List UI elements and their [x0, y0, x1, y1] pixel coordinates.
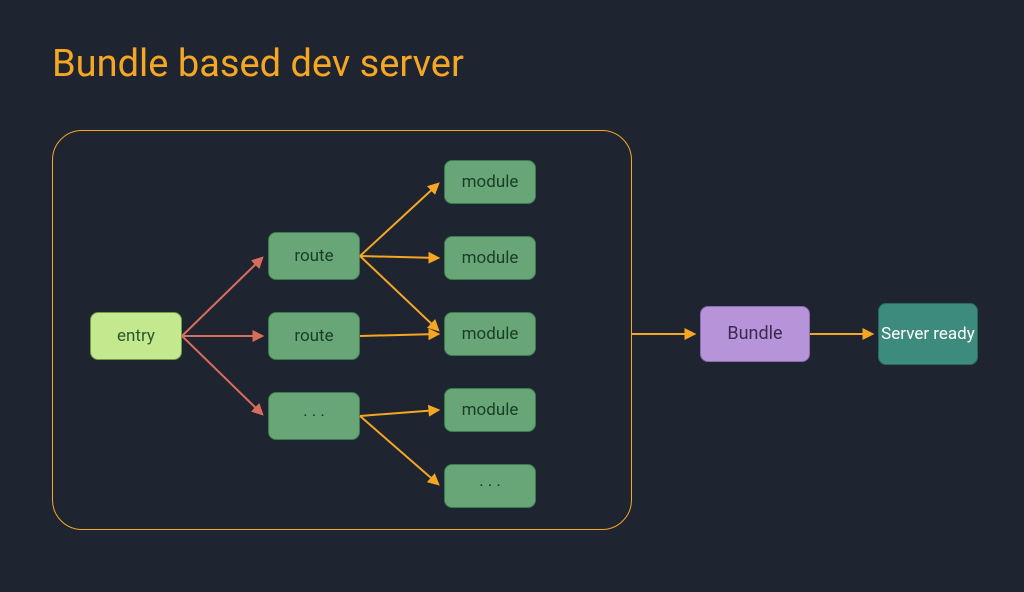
node-bundle: Bundle: [700, 306, 810, 362]
node-module-3: module: [444, 312, 536, 356]
node-route-2: route: [268, 312, 360, 360]
node-module-4: module: [444, 388, 536, 432]
diagram-title: Bundle based dev server: [52, 42, 464, 86]
node-module-2: module: [444, 236, 536, 280]
node-module-ellipsis: · · ·: [444, 464, 536, 508]
node-entry: entry: [90, 312, 182, 360]
node-route-ellipsis: · · ·: [268, 392, 360, 440]
node-module-1: module: [444, 160, 536, 204]
node-route-1: route: [268, 232, 360, 280]
node-server-ready: Server ready: [878, 303, 978, 365]
